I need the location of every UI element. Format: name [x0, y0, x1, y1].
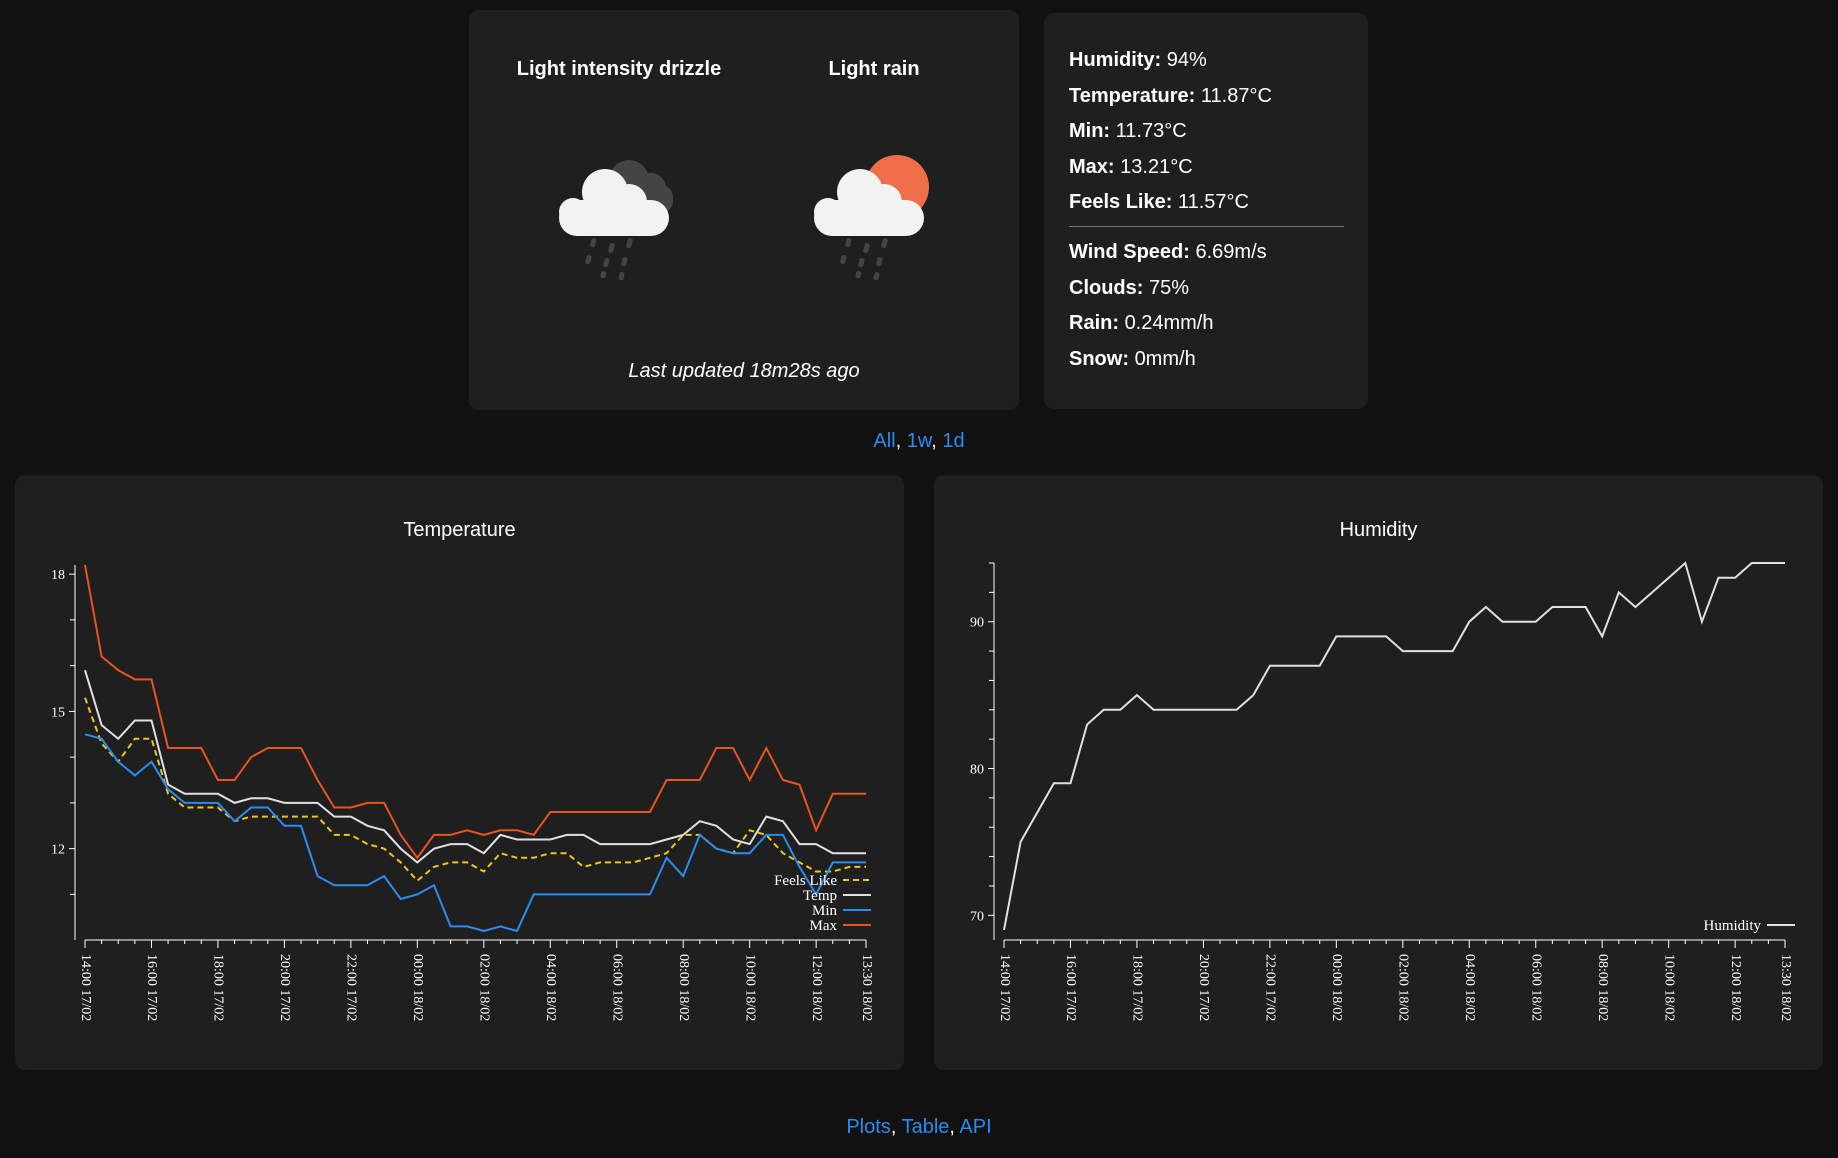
legend-label: Max — [810, 918, 838, 934]
x-tick-label: 16:00 17/02 — [1063, 954, 1078, 1021]
detail-feels-like: Feels Like: 11.57°C — [1069, 191, 1249, 214]
detail-label: Clouds: — [1069, 277, 1144, 299]
x-tick-label: 18:00 17/02 — [211, 954, 226, 1021]
range-links: All, 1w, 1d — [719, 430, 1119, 453]
x-tick-label: 22:00 17/02 — [1263, 954, 1278, 1021]
range-1w-link[interactable]: 1w — [907, 430, 931, 452]
detail-max: Max: 13.21°C — [1069, 156, 1193, 179]
detail-label: Feels Like: — [1069, 191, 1173, 213]
detail-value: 11.73°C — [1115, 120, 1187, 142]
detail-label: Snow: — [1069, 348, 1129, 370]
x-tick-label: 13:30 18/02 — [859, 954, 874, 1021]
legend: Humidity — [1703, 918, 1795, 934]
range-all-link[interactable]: All — [873, 430, 895, 452]
details-divider — [1069, 226, 1344, 227]
axes: 70 80 90 14:00 17/02 16:00 17/02 18:00 17/02 2… — [970, 562, 1793, 1021]
detail-rain: Rain: 0.24mm/h — [1069, 312, 1214, 335]
detail-value: 11.57°C — [1177, 191, 1249, 213]
detail-label: Humidity: — [1069, 49, 1162, 71]
condition-title-2: Light rain — [828, 58, 920, 80]
temperature-chart-card: Temperature 12 15 18 14:00 17/02 16:00 17/02… — [15, 475, 904, 1070]
temperature-chart: 12 15 18 14:00 17/02 16:00 17/02 18:00 17/02 2… — [51, 564, 874, 1021]
x-tick-label: 12:00 18/02 — [1728, 954, 1743, 1021]
link-separator: , — [931, 430, 943, 452]
legend-label: Feels Like — [774, 873, 837, 889]
legend-label: Min — [812, 903, 838, 919]
legend: Feels LikeTempMinMax — [774, 873, 871, 934]
y-tick-label: 15 — [51, 705, 65, 720]
plots-link[interactable]: Plots — [846, 1116, 890, 1138]
page-links: Plots, Table, API — [719, 1116, 1119, 1139]
condition-title-1: Light intensity drizzle — [516, 58, 722, 80]
detail-label: Rain: — [1069, 312, 1119, 334]
series-line-max — [84, 564, 866, 860]
table-link[interactable]: Table — [902, 1116, 950, 1138]
legend-label: Temp — [803, 888, 837, 904]
detail-clouds: Clouds: 75% — [1069, 277, 1189, 300]
x-tick-label: 04:00 18/02 — [1462, 954, 1477, 1021]
x-tick-label: 08:00 18/02 — [1595, 954, 1610, 1021]
x-tick-label: 13:30 18/02 — [1778, 954, 1793, 1021]
humidity-chart: 70 80 90 14:00 17/02 16:00 17/02 18:00 17/02 2… — [970, 561, 1795, 1021]
x-tick-label: 16:00 17/02 — [144, 954, 159, 1021]
x-tick-label: 20:00 17/02 — [1196, 954, 1211, 1021]
x-tick-label: 22:00 17/02 — [344, 954, 359, 1021]
link-separator: , — [890, 1116, 902, 1138]
current-conditions-card: Light intensity drizzle Light rain Last … — [469, 10, 1019, 410]
detail-value: 0mm/h — [1134, 348, 1196, 370]
detail-label: Wind Speed: — [1069, 241, 1190, 263]
x-tick-label: 04:00 18/02 — [543, 954, 558, 1021]
api-link[interactable]: API — [959, 1116, 991, 1138]
x-tick-label: 02:00 18/02 — [477, 954, 492, 1021]
detail-label: Max: — [1069, 156, 1115, 178]
link-separator: , — [895, 430, 907, 452]
detail-value: 0.24mm/h — [1124, 312, 1214, 334]
detail-label: Min: — [1069, 120, 1111, 142]
detail-value: 94% — [1166, 49, 1207, 71]
y-tick-label: 80 — [970, 763, 984, 778]
x-tick-label: 06:00 18/02 — [610, 954, 625, 1021]
x-tick-label: 14:00 17/02 — [78, 954, 93, 1021]
detail-temperature: Temperature: 11.87°C — [1069, 85, 1272, 108]
detail-label: Temperature: — [1069, 85, 1196, 107]
x-tick-label: 12:00 18/02 — [809, 954, 824, 1021]
x-tick-label: 02:00 18/02 — [1396, 954, 1411, 1021]
detail-wind-speed: Wind Speed: 6.69m/s — [1069, 241, 1267, 264]
last-updated-text: Last updated 18m28s ago — [628, 360, 860, 382]
sun-cloud-rain-icon — [814, 155, 929, 281]
y-tick-label: 90 — [970, 616, 984, 631]
detail-humidity: Humidity: 94% — [1069, 49, 1207, 72]
x-tick-label: 14:00 17/02 — [997, 954, 1012, 1021]
x-tick-label: 18:00 17/02 — [1130, 954, 1145, 1021]
series-line-humidity — [1003, 561, 1785, 931]
detail-value: 6.69m/s — [1195, 241, 1267, 263]
weather-details-card: Humidity: 94% Temperature: 11.87°C Min: … — [1044, 13, 1368, 409]
y-tick-label: 12 — [51, 843, 65, 858]
y-tick-label: 70 — [970, 909, 984, 924]
detail-snow: Snow: 0mm/h — [1069, 348, 1196, 371]
detail-value: 75% — [1149, 277, 1190, 299]
humidity-chart-card: Humidity 70 80 90 14:00 17/02 16:00 17/02 18:… — [934, 475, 1823, 1070]
cloud-drizzle-icon — [559, 160, 673, 281]
x-tick-label: 10:00 18/02 — [742, 954, 757, 1021]
range-1d-link[interactable]: 1d — [942, 430, 964, 452]
link-separator: , — [949, 1116, 960, 1138]
x-tick-label: 00:00 18/02 — [1329, 954, 1344, 1021]
x-tick-label: 10:00 18/02 — [1661, 954, 1676, 1021]
detail-value: 11.87°C — [1200, 85, 1272, 107]
x-tick-label: 00:00 18/02 — [410, 954, 425, 1021]
x-tick-label: 06:00 18/02 — [1529, 954, 1544, 1021]
detail-value: 13.21°C — [1120, 156, 1193, 178]
x-tick-label: 08:00 18/02 — [676, 954, 691, 1021]
y-tick-label: 18 — [51, 568, 65, 583]
detail-min: Min: 11.73°C — [1069, 120, 1187, 143]
x-tick-label: 20:00 17/02 — [277, 954, 292, 1021]
legend-label: Humidity — [1703, 918, 1761, 934]
